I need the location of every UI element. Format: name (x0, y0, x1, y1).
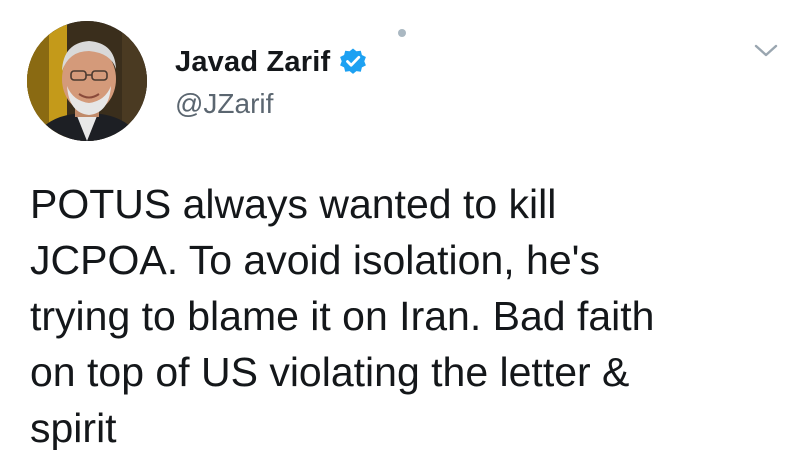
verified-badge-icon (338, 47, 368, 77)
tweet-card: Javad Zarif @JZarif POTUS always wanted … (0, 0, 800, 450)
author-display-name[interactable]: Javad Zarif (175, 46, 330, 79)
author-name-row[interactable]: Javad Zarif (175, 42, 368, 82)
tweet-text: POTUS always wanted to kill JCPOA. To av… (30, 181, 655, 450)
avatar-image (27, 21, 147, 141)
author-handle[interactable]: @JZarif (175, 88, 273, 120)
status-dot-icon (398, 29, 406, 37)
chevron-down-icon[interactable] (752, 40, 780, 62)
avatar[interactable] (27, 21, 147, 141)
